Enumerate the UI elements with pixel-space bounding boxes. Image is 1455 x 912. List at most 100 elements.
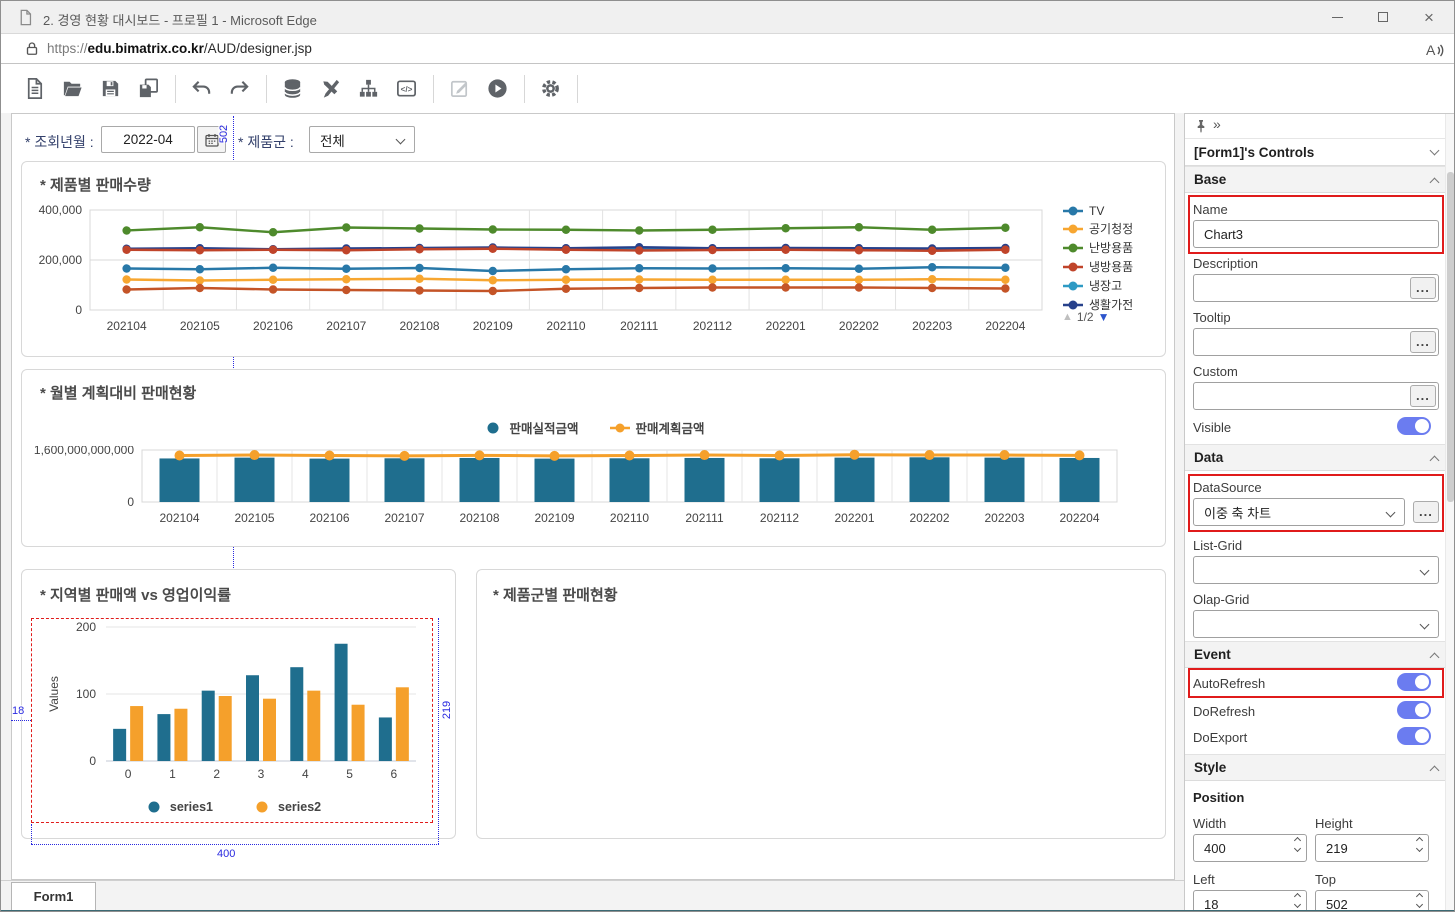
undo-button[interactable] xyxy=(186,74,216,104)
chart-panel-product-group[interactable]: * 제품군별 판매현황 xyxy=(476,569,1166,839)
close-icon: × xyxy=(1424,9,1434,26)
form-design-canvas[interactable]: * 조회년월 : * 제품군 : 전체 502 * 제품별 판매수량 0200,… xyxy=(11,113,1175,880)
chart-panel-sales-qty[interactable]: * 제품별 판매수량 0200,000400,00020210420210520… xyxy=(21,161,1166,357)
minimize-icon xyxy=(1332,17,1343,18)
svg-text:202112: 202112 xyxy=(760,511,799,525)
legend-item[interactable]: 냉방용품 xyxy=(1062,258,1133,275)
database-button[interactable] xyxy=(277,74,307,104)
legend-marker-icon xyxy=(1062,242,1084,254)
height-guide xyxy=(438,618,439,844)
name-input[interactable] xyxy=(1193,220,1439,248)
hierarchy-button[interactable] xyxy=(353,74,383,104)
legend-item[interactable]: 판매계획금액 xyxy=(609,418,705,437)
datasource-ellipsis-button[interactable]: ... xyxy=(1413,501,1439,523)
custom-input[interactable] xyxy=(1193,382,1439,410)
legend-item[interactable]: 냉장고 xyxy=(1062,277,1133,294)
listgrid-select[interactable] xyxy=(1193,556,1439,584)
panel-scrollbar-thumb[interactable] xyxy=(1447,172,1454,502)
open-folder-button[interactable] xyxy=(57,74,87,104)
chart-panel-monthly-plan[interactable]: * 월별 계획대비 판매현황 판매실적금액판매계획금액 01,600,000,0… xyxy=(21,369,1166,547)
custom-ellipsis-button[interactable]: ... xyxy=(1410,385,1436,407)
legend-pager: ▲ 1/2 ▼ xyxy=(1062,310,1109,324)
height-input[interactable] xyxy=(1315,834,1429,862)
section-style[interactable]: Style xyxy=(1185,754,1455,781)
top-stepper[interactable] xyxy=(1417,894,1422,907)
width-input[interactable] xyxy=(1193,834,1307,862)
legend-marker-icon xyxy=(1062,205,1084,217)
legend-item[interactable]: series1 xyxy=(143,800,213,814)
doexport-toggle[interactable] xyxy=(1397,727,1431,745)
section-style-label: Style xyxy=(1194,760,1226,775)
tooltip-ellipsis-button[interactable]: ... xyxy=(1410,331,1436,353)
maximize-button[interactable] xyxy=(1360,1,1406,33)
close-button[interactable]: × xyxy=(1406,1,1452,33)
legend-page-up-icon[interactable]: ▲ xyxy=(1062,311,1073,323)
chevron-down-icon xyxy=(1386,508,1396,518)
legend-item[interactable]: 공기청정 xyxy=(1062,220,1133,237)
svg-text:202110: 202110 xyxy=(546,319,585,333)
height-stepper[interactable] xyxy=(1417,838,1422,851)
toolbar-divider xyxy=(433,75,434,103)
datasource-select[interactable]: 이중 축 차트 xyxy=(1193,498,1405,526)
sales-qty-line-chart[interactable]: 0200,000400,0002021042021052021062021072… xyxy=(30,202,1060,342)
minimize-button[interactable] xyxy=(1314,1,1360,33)
run-button[interactable] xyxy=(482,74,512,104)
custom-label: Custom xyxy=(1193,364,1238,379)
description-input[interactable] xyxy=(1193,274,1439,302)
tab-form1[interactable]: Form1 xyxy=(11,882,96,911)
olapgrid-select[interactable] xyxy=(1193,610,1439,638)
description-ellipsis-button[interactable]: ... xyxy=(1410,277,1436,299)
code-button[interactable]: </> xyxy=(391,74,421,104)
save-as-button[interactable] xyxy=(133,74,163,104)
collapse-panel-icon[interactable]: » xyxy=(1213,116,1221,132)
region-bar-chart[interactable]: 0100200Values0123456 xyxy=(38,619,430,787)
left-input[interactable] xyxy=(1193,890,1307,911)
svg-text:202109: 202109 xyxy=(473,319,513,333)
left-stepper[interactable] xyxy=(1295,894,1300,907)
section-event[interactable]: Event xyxy=(1185,641,1455,668)
date-filter-label: * 조회년월 : xyxy=(25,132,94,152)
legend-marker-icon xyxy=(1062,280,1084,292)
dorefresh-toggle[interactable] xyxy=(1397,701,1431,719)
olapgrid-label: Olap-Grid xyxy=(1193,592,1249,607)
tooltip-input[interactable] xyxy=(1193,328,1439,356)
controls-header[interactable]: [Form1]'s Controls xyxy=(1185,139,1455,166)
monthly-plan-combo-chart[interactable]: 01,600,000,000,0002021042021052021062021… xyxy=(26,446,1156,536)
selected-chart-region[interactable]: 0100200Values0123456 series1 series2 xyxy=(31,618,433,823)
toolbar-divider xyxy=(577,75,578,103)
pin-icon[interactable] xyxy=(1193,118,1209,134)
svg-text:A: A xyxy=(1426,42,1436,58)
save-button[interactable] xyxy=(95,74,125,104)
svg-text:202201: 202201 xyxy=(766,319,806,333)
visible-toggle[interactable] xyxy=(1397,417,1431,435)
svg-text:202106: 202106 xyxy=(253,319,293,333)
legend-item[interactable]: 난방용품 xyxy=(1062,239,1133,256)
legend-item[interactable]: TV xyxy=(1062,204,1133,218)
settings-button[interactable] xyxy=(535,74,565,104)
url-text[interactable]: https://edu.bimatrix.co.kr/AUD/designer.… xyxy=(47,41,312,56)
width-stepper[interactable] xyxy=(1295,838,1300,851)
redo-button[interactable] xyxy=(224,74,254,104)
autorefresh-toggle[interactable] xyxy=(1397,673,1431,691)
panel-scrollbar[interactable] xyxy=(1445,114,1454,911)
tools-button[interactable] xyxy=(315,74,345,104)
section-data[interactable]: Data xyxy=(1185,444,1455,471)
read-aloud-icon[interactable]: A xyxy=(1422,38,1446,62)
svg-text:Values: Values xyxy=(47,676,61,712)
width-guide-end-left xyxy=(31,824,32,844)
legend-item[interactable]: series2 xyxy=(251,800,321,814)
database-icon xyxy=(281,77,304,100)
edit-button[interactable] xyxy=(444,74,474,104)
section-base[interactable]: Base xyxy=(1185,166,1455,193)
monthly-plan-legend: 판매실적금액 판매계획금액 xyxy=(22,418,1165,437)
new-file-button[interactable] xyxy=(19,74,49,104)
form-tab-strip: Form1 xyxy=(1,880,1184,911)
legend-item[interactable]: 판매실적금액 xyxy=(482,418,578,437)
product-filter-select[interactable]: 전체 xyxy=(309,126,415,153)
top-input[interactable] xyxy=(1315,890,1429,911)
date-filter-input[interactable] xyxy=(101,126,195,153)
legend-page-down-icon[interactable]: ▼ xyxy=(1098,310,1110,324)
redo-icon xyxy=(228,77,251,100)
address-bar[interactable]: https://edu.bimatrix.co.kr/AUD/designer.… xyxy=(1,34,1454,64)
svg-text:202108: 202108 xyxy=(400,319,440,333)
